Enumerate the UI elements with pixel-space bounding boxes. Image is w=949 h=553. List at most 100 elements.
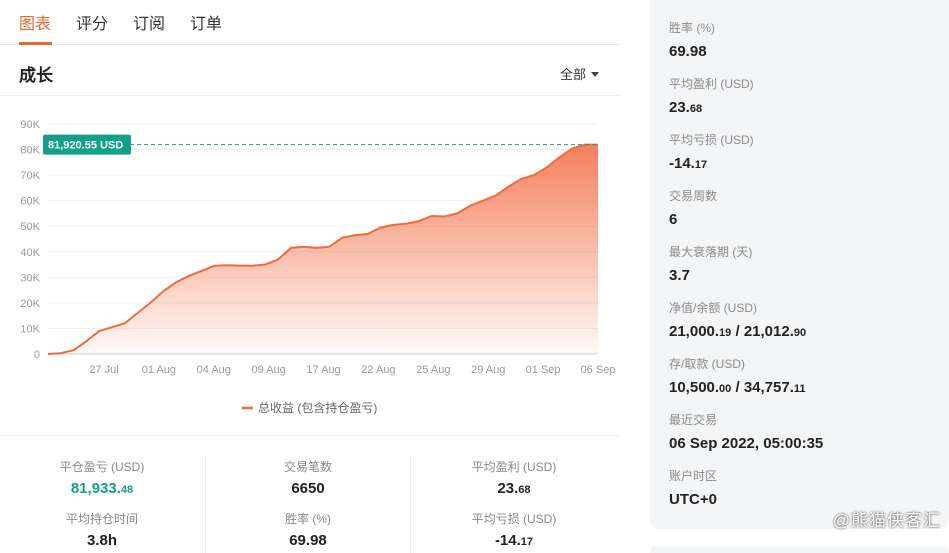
side-value: 69.98	[669, 43, 707, 60]
growth-chart: 0 10K 20K 30K 40K 50K 60K 70K 80K 90K 27 Jul 01 Au…	[20, 119, 616, 415]
range-dropdown-label: 全部	[559, 67, 586, 82]
stat-value-dec: 17	[520, 536, 534, 548]
series-area	[48, 144, 598, 354]
side-value-dec: 11	[793, 383, 806, 395]
stat-label: 平均盈利 (USD)	[471, 460, 557, 474]
side-value: 21,000.19 / 21,012.90	[669, 323, 806, 340]
side-label: 净值/余额 (USD)	[669, 301, 757, 315]
side-equity-balance: 净值/余额 (USD) 21,000.19 / 21,012.90	[669, 299, 806, 340]
account-summary-panel: 胜率 (%) 69.98 平均盈利 (USD) 23.68 平均亏损 (USD)…	[650, 0, 949, 529]
side-value-int: 21,000.	[669, 323, 720, 340]
stat-value: 23.68	[434, 480, 594, 497]
stat-label: 平均亏损 (USD)	[471, 512, 557, 526]
next-card-edge	[650, 546, 949, 553]
side-label: 最近交易	[669, 413, 718, 427]
stat-avg-hold: 平均持仓时间 3.8h	[22, 510, 182, 549]
active-tab-indicator	[19, 42, 52, 45]
side-avg-loss: 平均亏损 (USD) -14.17	[669, 131, 754, 172]
chart-legend[interactable]: 总收益 (包含持仓盈亏)	[242, 400, 377, 415]
stat-avg-loss: 平均亏损 (USD) -14.17	[434, 510, 594, 549]
x-tick-label: 06 Sep	[581, 364, 616, 376]
caret-down-icon	[591, 72, 599, 77]
side-label: 存/取款 (USD)	[669, 357, 745, 371]
y-tick-label: 50K	[20, 221, 40, 233]
x-tick-label: 01 Sep	[526, 364, 561, 376]
stat-value: -14.17	[434, 532, 594, 549]
stat-value: 69.98	[289, 532, 327, 549]
y-tick-label: 80K	[20, 145, 40, 157]
side-win-rate: 胜率 (%) 69.98	[669, 19, 715, 60]
stats-divider	[0, 435, 619, 436]
section-title: 成长	[19, 66, 53, 85]
x-tick-label: 29 Aug	[471, 364, 505, 376]
side-value: 06 Sep 2022, 05:00:35	[669, 435, 824, 452]
range-dropdown[interactable]: 全部	[560, 64, 599, 83]
stat-win-rate: 胜率 (%) 69.98	[228, 510, 388, 549]
stat-value: 6650	[291, 480, 325, 497]
stat-trades: 交易笔数 6650	[228, 458, 388, 497]
x-tick-label: 01 Aug	[142, 364, 176, 376]
stat-value-dec: 48	[120, 484, 134, 496]
side-drawdown: 最大衰落期 (天) 3.7	[669, 243, 752, 284]
side-weeks: 交易周数 6	[669, 187, 717, 228]
last-value-label: 81,920.55 USD	[48, 140, 123, 152]
side-label: 账户时区	[669, 469, 718, 483]
side-value-dec: 68	[689, 103, 703, 115]
side-value: 6	[669, 211, 678, 228]
stat-avg-profit: 平均盈利 (USD) 23.68	[434, 458, 594, 497]
side-value-dec: 00	[719, 383, 732, 395]
stat-value-dec: 68	[518, 484, 531, 496]
stat-label: 交易笔数	[283, 460, 332, 474]
side-value-int: 23.	[669, 99, 690, 116]
x-tick-label: 22 Aug	[361, 364, 395, 376]
tab-rating[interactable]: 评分	[76, 10, 108, 34]
x-tick-label: 04 Aug	[197, 364, 231, 376]
y-tick-label: 60K	[20, 196, 40, 208]
stat-value-int: 23.	[497, 480, 519, 497]
legend-label: 总收益 (包含持仓盈亏)	[258, 400, 377, 415]
side-value: 10,500.00 / 34,757.11	[669, 379, 806, 396]
side-avg-profit: 平均盈利 (USD) 23.68	[669, 75, 754, 116]
y-tick-label: 10K	[20, 323, 40, 335]
side-value: 3.7	[669, 267, 690, 284]
section-header: 成长 全部	[0, 46, 619, 96]
side-value-dec: 90	[793, 327, 807, 339]
last-value-tag: 81,920.55 USD	[43, 134, 131, 155]
side-deposits: 存/取款 (USD) 10,500.00 / 34,757.11	[669, 355, 806, 396]
y-tick-label: 20K	[20, 298, 40, 310]
stats-separator	[205, 456, 206, 553]
side-value: 23.68	[669, 99, 754, 116]
side-label: 平均盈利 (USD)	[669, 77, 754, 91]
y-tick-label: 70K	[20, 170, 40, 182]
stat-label: 胜率 (%)	[285, 512, 331, 526]
stat-value-int: -14.	[494, 532, 521, 549]
left-panel: 图表 评分 订阅 订单 成长 全部 0 10K 20K 30K 40K 50K 60K 70K…	[0, 0, 619, 553]
side-value-int: 21,012.	[743, 323, 794, 340]
y-tick-label: 30K	[20, 272, 40, 284]
side-label: 交易周数	[669, 189, 718, 203]
side-value-int: -14.	[669, 155, 695, 172]
tab-chart[interactable]: 图表	[19, 10, 51, 34]
x-tick-label: 09 Aug	[252, 364, 286, 376]
tab-orders[interactable]: 订单	[190, 10, 222, 34]
x-tick-label: 17 Aug	[306, 364, 340, 376]
side-value: UTC+0	[669, 491, 717, 508]
y-tick-label: 0	[34, 349, 40, 361]
stats-separator	[410, 456, 411, 553]
side-value-int: 34,757.	[743, 379, 794, 396]
x-tick-label: 27 Jul	[89, 364, 118, 376]
x-tick-label: 25 Aug	[416, 364, 450, 376]
stat-closed-pnl: 平仓盈亏 (USD) 81,933.48	[22, 458, 182, 497]
tab-bar: 图表 评分 订阅 订单	[0, 0, 619, 45]
side-value-separator: /	[731, 379, 744, 396]
side-label: 最大衰落期 (天)	[669, 245, 753, 259]
stat-label: 平均持仓时间	[65, 512, 138, 526]
y-tick-label: 40K	[20, 247, 40, 259]
side-label: 胜率 (%)	[669, 21, 715, 35]
side-value-dec: 19	[719, 327, 732, 339]
side-last-trade: 最近交易 06 Sep 2022, 05:00:35	[669, 411, 823, 452]
side-value-dec: 17	[694, 159, 708, 171]
tab-subscribe[interactable]: 订阅	[133, 10, 165, 34]
side-value: -14.17	[669, 155, 754, 172]
y-tick-label: 90K	[20, 119, 40, 131]
